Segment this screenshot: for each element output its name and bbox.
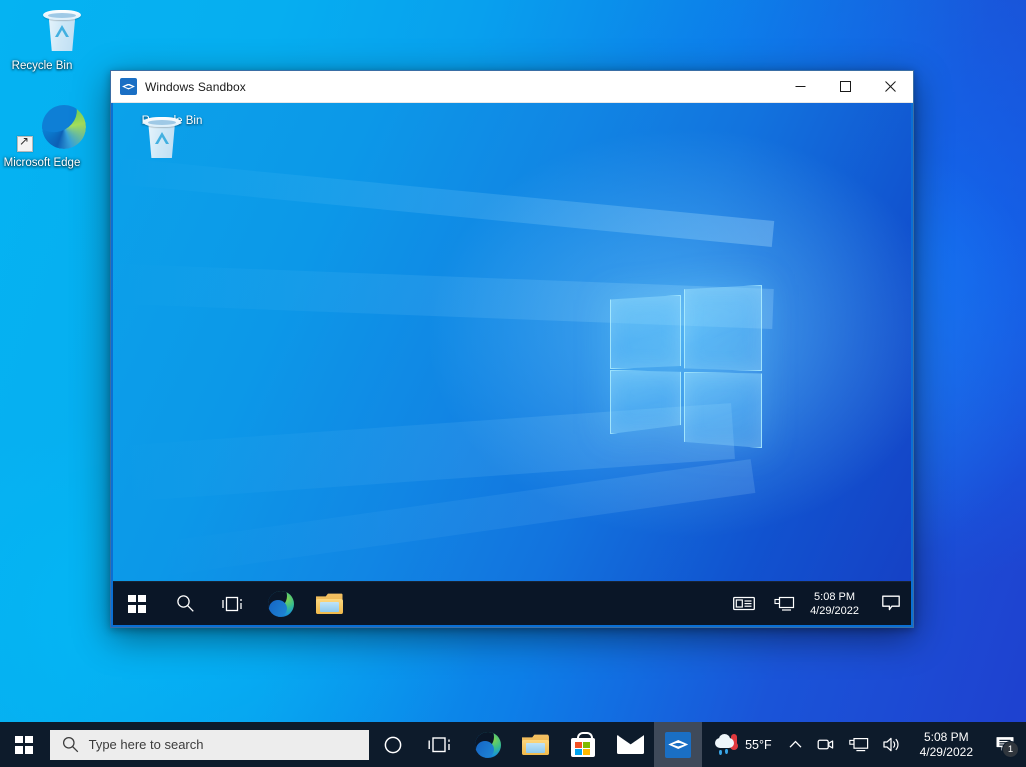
window-title: Windows Sandbox	[145, 79, 246, 94]
taskbar-mail-button[interactable]	[607, 722, 655, 767]
sandbox-network-button[interactable]	[764, 582, 804, 625]
clock-time: 5:08 PM	[923, 729, 969, 744]
chevron-up-icon	[789, 740, 802, 748]
windows-logo-icon	[14, 735, 33, 754]
minimize-button[interactable]	[778, 72, 823, 102]
microsoft-edge-icon	[3, 105, 86, 153]
windows-logo-icon	[128, 594, 146, 613]
sandbox-wallpaper	[113, 103, 911, 625]
search-placeholder: Type here to search	[88, 737, 204, 752]
sandbox-task-view-button[interactable]	[209, 582, 257, 625]
windows-hero-logo	[610, 281, 762, 448]
clock[interactable]: 5:08 PM 4/29/2022	[909, 722, 984, 767]
taskbar-windows-sandbox-button[interactable]	[654, 722, 703, 767]
desktop-icon-recycle-bin[interactable]: Recycle Bin	[3, 8, 81, 73]
notification-badge: 1	[1002, 741, 1019, 758]
action-center-button[interactable]: 1	[984, 722, 1026, 767]
task-view-icon	[428, 737, 450, 753]
desktop[interactable]: Recycle Bin Microsoft Edge Windows Sandb…	[0, 0, 1026, 767]
sandbox-icon	[120, 78, 137, 95]
maximize-button[interactable]	[823, 72, 868, 102]
sandbox-file-explorer-button[interactable]	[305, 582, 353, 625]
sandbox-clock-time: 5:08 PM	[814, 590, 856, 603]
desktop-icon-microsoft-edge[interactable]: Microsoft Edge	[3, 105, 86, 170]
recycle-bin-icon	[3, 8, 81, 56]
shortcut-arrow-icon	[17, 134, 33, 152]
search-icon	[62, 736, 79, 753]
sandbox-desktop[interactable]: Recycle Bin	[111, 103, 913, 627]
close-button[interactable]	[868, 72, 913, 102]
task-view-icon	[222, 596, 242, 611]
file-explorer-icon	[315, 593, 343, 614]
weather-widget[interactable]: 55°F	[702, 722, 782, 767]
sandbox-clock-date: 4/29/2022	[810, 604, 859, 617]
sandbox-taskbar[interactable]: 5:08 PM 4/29/2022	[113, 581, 911, 625]
sandbox-desktop-icon-recycle-bin[interactable]: Recycle Bin	[133, 115, 211, 158]
system-tray[interactable]: 55°F 5:08 PM 4/29/2022 1	[702, 722, 1026, 767]
desktop-icon-label: Recycle Bin	[11, 60, 73, 72]
taskbar-file-explorer-button[interactable]	[512, 722, 560, 767]
speaker-icon	[882, 737, 899, 752]
camera-icon	[817, 739, 833, 750]
meet-now-button[interactable]	[809, 722, 842, 767]
network-button[interactable]	[842, 722, 876, 767]
cortana-icon	[384, 736, 402, 753]
file-explorer-icon	[521, 734, 549, 755]
taskbar-edge-button[interactable]	[464, 722, 512, 767]
news-icon	[733, 596, 756, 611]
desktop-icon-label: Microsoft Edge	[3, 157, 81, 169]
microsoft-edge-icon	[474, 731, 501, 758]
sandbox-edge-button[interactable]	[257, 582, 305, 625]
cortana-button[interactable]	[369, 722, 417, 767]
volume-button[interactable]	[876, 722, 909, 767]
microsoft-edge-icon	[268, 590, 294, 617]
taskbar[interactable]: Type here to search 55°F 5:08 PM 4/29/20…	[0, 722, 1026, 767]
start-button[interactable]	[0, 722, 48, 767]
sandbox-search-button[interactable]	[161, 582, 209, 625]
window-titlebar[interactable]: Windows Sandbox	[111, 71, 913, 103]
windows-sandbox-icon	[665, 731, 692, 758]
sandbox-action-center-button[interactable]	[871, 582, 911, 625]
clock-date: 4/29/2022	[919, 744, 973, 759]
network-icon	[848, 737, 868, 752]
sandbox-start-button[interactable]	[113, 582, 161, 625]
weather-temperature: 55°F	[745, 737, 772, 752]
network-icon	[774, 596, 794, 611]
sandbox-clock[interactable]: 5:08 PM 4/29/2022	[804, 582, 871, 625]
search-icon	[176, 595, 194, 612]
sandbox-news-button[interactable]	[724, 582, 764, 625]
microsoft-store-icon	[571, 732, 596, 757]
taskbar-microsoft-store-button[interactable]	[559, 722, 607, 767]
search-input[interactable]: Type here to search	[49, 729, 369, 760]
task-view-button[interactable]	[416, 722, 464, 767]
rain-cloud-icon	[714, 734, 739, 755]
speech-bubble-icon	[882, 595, 900, 611]
mail-icon	[617, 735, 645, 754]
windows-sandbox-window[interactable]: Windows Sandbox Bin 5:08 PM 4/29/2022	[110, 70, 914, 628]
show-hidden-icons-button[interactable]	[782, 722, 809, 767]
